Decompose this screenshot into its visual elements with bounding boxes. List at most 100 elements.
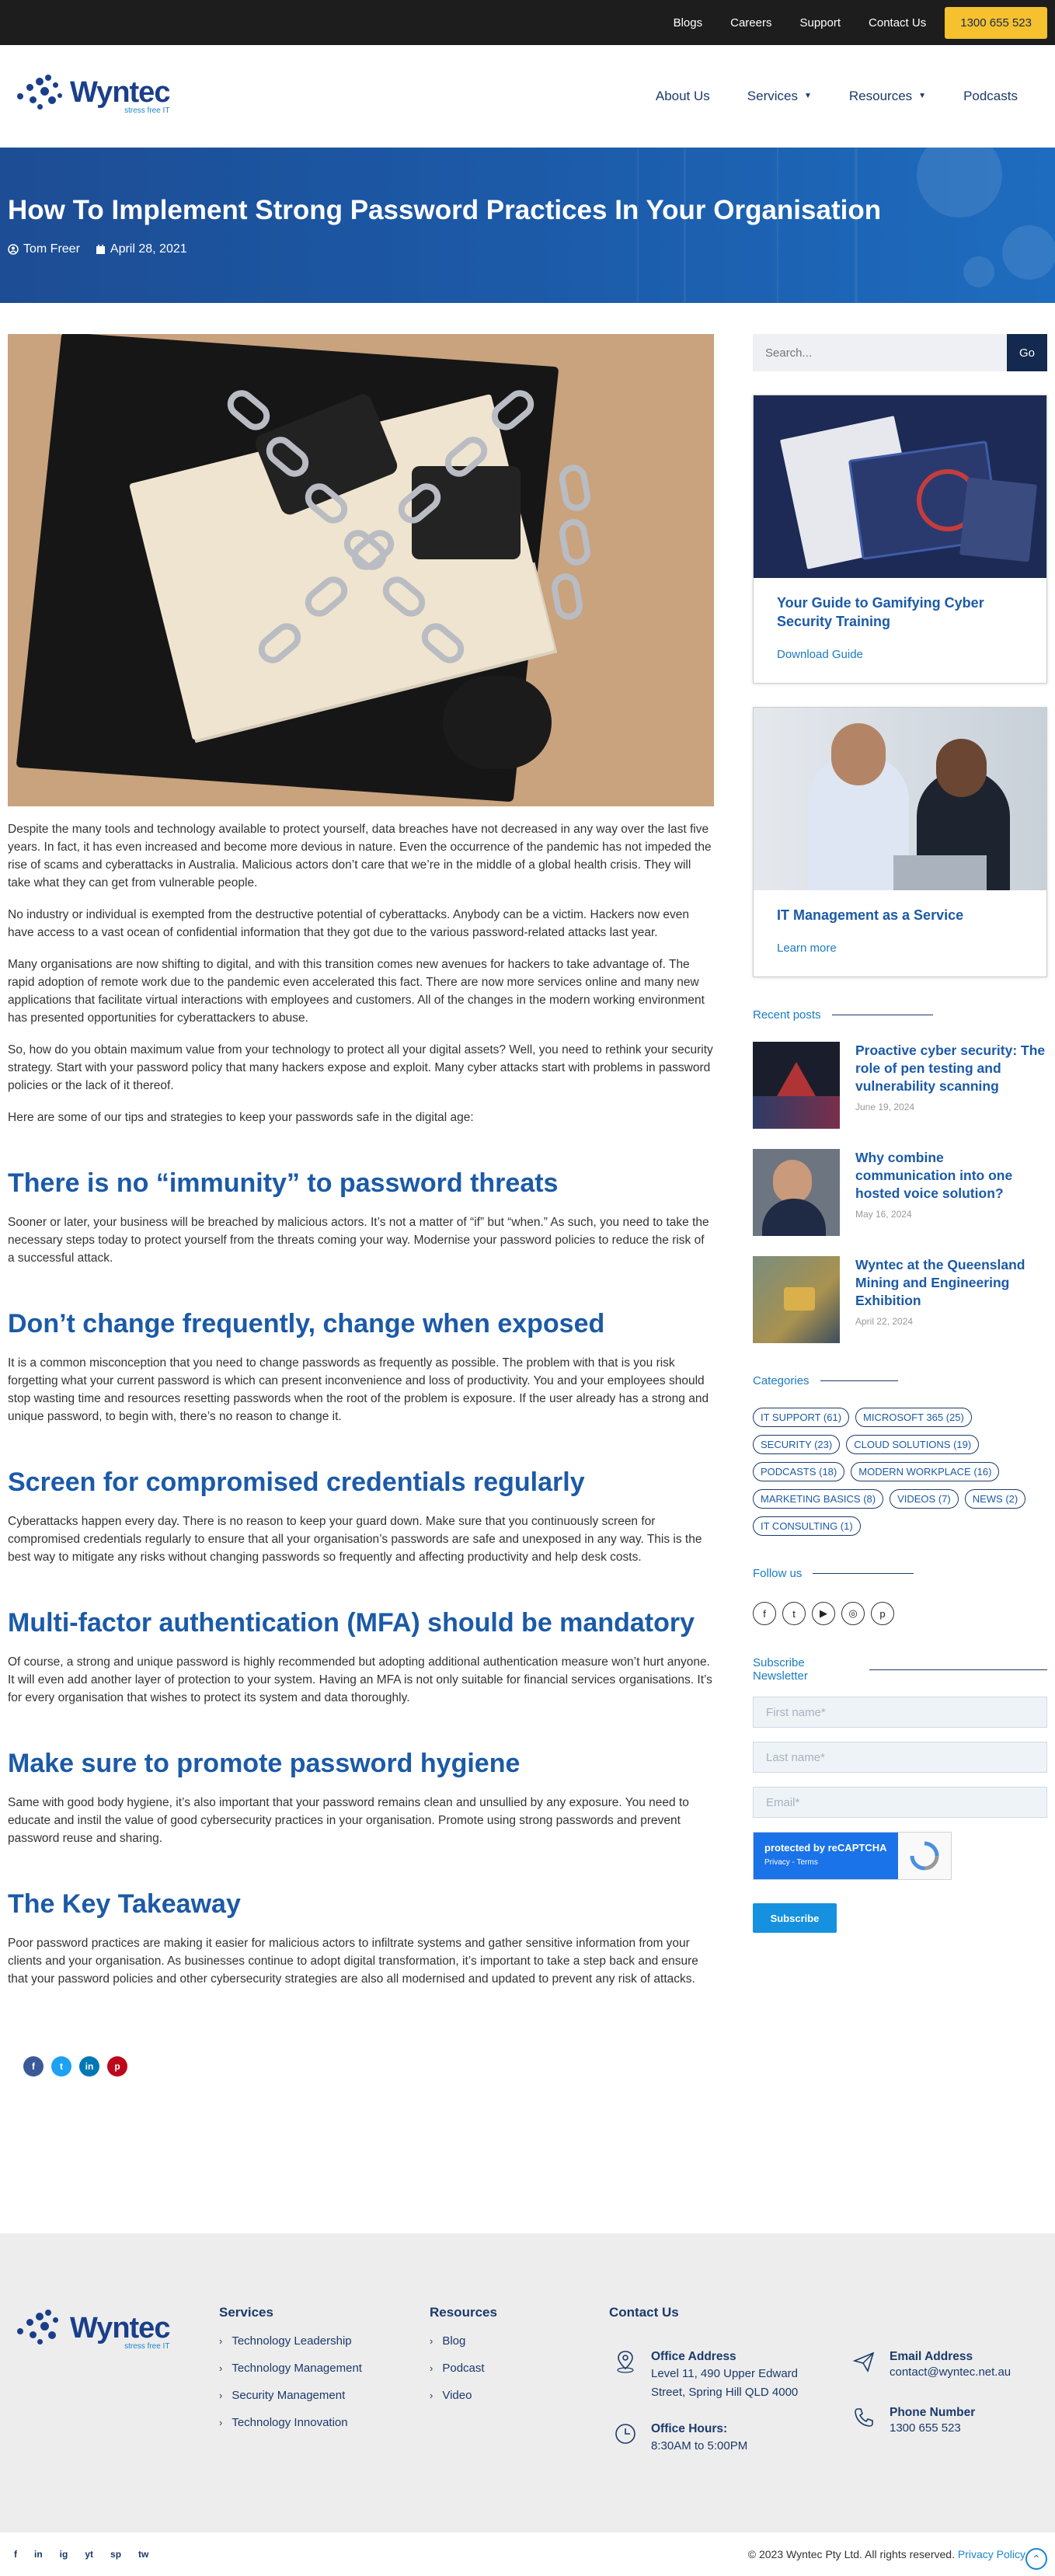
post-date: April 28, 2021 (96, 242, 187, 256)
post-author[interactable]: Tom Freer (8, 242, 80, 256)
category-tag[interactable]: SECURITY (23) (753, 1435, 841, 1454)
newsletter-heading: Subscribe Newsletter (753, 1656, 1047, 1683)
email-link[interactable]: contact@wyntec.net.au (890, 2365, 1011, 2379)
twitter-icon[interactable]: tw (138, 2547, 148, 2561)
facebook-icon[interactable]: f (14, 2547, 17, 2561)
footer-link[interactable]: › Technology Management (219, 2362, 362, 2375)
category-tag[interactable]: NEWS (2) (964, 1489, 1026, 1509)
search-input[interactable] (753, 334, 1007, 371)
twitter-icon[interactable]: t (51, 2056, 71, 2076)
phone-button[interactable]: 1300 655 523 (945, 6, 1047, 39)
caret-down-icon: ▼ (918, 92, 927, 100)
category-tag[interactable]: VIDEOS (7) (890, 1489, 959, 1509)
logo-mark-icon (12, 2308, 68, 2355)
category-tag[interactable]: CLOUD SOLUTIONS (19) (846, 1435, 980, 1454)
footer-heading: Services (219, 2305, 273, 2320)
article-paragraph: Here are some of our tips and strategies… (8, 1111, 474, 1124)
footer-heading: Resources (430, 2305, 497, 2320)
post-thumbnail (753, 1256, 840, 1343)
post-title: How To Implement Strong Password Practic… (8, 195, 882, 225)
linkedin-icon[interactable]: in (34, 2547, 43, 2561)
recent-post-title[interactable]: Proactive cyber security: The role of pe… (855, 1042, 1047, 1095)
footer-link[interactable]: › Security Management (219, 2389, 362, 2402)
youtube-icon[interactable]: ▶ (812, 1602, 835, 1625)
map-pin-icon (614, 2350, 637, 2373)
recent-post-date: May 16, 2024 (855, 1209, 912, 1220)
section-heading: There is no “immunity” to password threa… (8, 1168, 559, 1198)
site-logo[interactable]: Wyntec stress free IT (12, 73, 170, 120)
first-name-field[interactable]: First name* (753, 1697, 1047, 1728)
recaptcha-badge[interactable]: protected by reCAPTCHA Privacy - Terms (753, 1832, 952, 1880)
article-paragraph: Same with good body hygiene, it’s also i… (8, 1796, 689, 1845)
pinterest-icon[interactable]: p (871, 1602, 894, 1625)
search-button[interactable]: Go (1007, 334, 1047, 371)
phone-icon (852, 2406, 876, 2429)
twitter-icon[interactable]: t (782, 1602, 806, 1625)
instagram-icon[interactable]: ig (60, 2547, 68, 2561)
footer-social-icons: f in ig yt sp tw (14, 2547, 148, 2561)
pinterest-icon[interactable]: p (107, 2056, 127, 2076)
category-tag[interactable]: MODERN WORKPLACE (16) (851, 1462, 1000, 1481)
recent-post[interactable]: Proactive cyber security: The role of pe… (753, 1042, 1047, 1129)
recent-post[interactable]: Why combine communication into one hoste… (753, 1149, 1047, 1236)
recaptcha-icon (898, 1833, 951, 1879)
office-people-image (754, 708, 1046, 890)
category-tag[interactable]: IT CONSULTING (1) (753, 1516, 861, 1536)
promo-link[interactable]: Download Guide (754, 648, 1046, 661)
section-heading: Don’t change frequently, change when exp… (8, 1309, 605, 1338)
promo-card-it-management[interactable]: IT Management as a Service Learn more (753, 707, 1047, 977)
topbar-link-blogs[interactable]: Blogs (674, 16, 703, 30)
email-address: Email Address contact@wyntec.net.au (852, 2350, 1011, 2381)
category-tag[interactable]: MARKETING BASICS (8) (753, 1489, 884, 1509)
topbar-link-support[interactable]: Support (799, 16, 841, 30)
article-paragraph: No industry or individual is exempted fr… (8, 908, 690, 939)
top-utility-bar: Blogs Careers Support Contact Us 1300 65… (0, 0, 1055, 45)
recent-posts-heading: Recent posts (753, 1008, 1047, 1022)
facebook-icon[interactable]: f (753, 1602, 776, 1625)
linkedin-icon[interactable]: in (79, 2056, 99, 2076)
last-name-field[interactable]: Last name* (753, 1742, 1047, 1773)
youtube-icon[interactable]: yt (85, 2547, 93, 2561)
nav-item-podcasts[interactable]: Podcasts (963, 89, 1018, 104)
subscribe-button[interactable]: Subscribe (753, 1903, 837, 1933)
section-heading: Make sure to promote password hygiene (8, 1749, 521, 1778)
bottom-bar: f in ig yt sp tw © 2023 Wyntec Pty Ltd. … (0, 2532, 1055, 2576)
category-tag[interactable]: IT SUPPORT (61) (753, 1408, 850, 1427)
nav-item-services[interactable]: Services ▼ (747, 89, 812, 104)
footer-link[interactable]: › Podcast (430, 2362, 497, 2375)
footer-link[interactable]: › Video (430, 2389, 497, 2402)
post-thumbnail (753, 1042, 840, 1129)
section-heading: Screen for compromised credentials regul… (8, 1467, 585, 1497)
instagram-icon[interactable]: ◎ (841, 1602, 865, 1625)
footer-link[interactable]: › Technology Leadership (219, 2334, 362, 2348)
topbar-link-contact[interactable]: Contact Us (869, 16, 926, 30)
phone-link[interactable]: 1300 655 523 (890, 2421, 961, 2435)
recent-post-title[interactable]: Wyntec at the Queensland Mining and Engi… (855, 1256, 1047, 1310)
facebook-icon[interactable]: f (23, 2056, 44, 2076)
featured-image (8, 334, 714, 806)
email-field[interactable]: Email* (753, 1787, 1047, 1818)
footer-link[interactable]: › Blog (430, 2334, 497, 2348)
article-paragraph: Cyberattacks happen every day. There is … (8, 1515, 702, 1564)
scroll-to-top-icon[interactable]: ⌃ (1025, 2548, 1047, 2570)
topbar-link-careers[interactable]: Careers (730, 16, 771, 30)
guide-cover-image (754, 395, 1046, 578)
copyright: © 2023 Wyntec Pty Ltd. All rights reserv… (747, 2548, 1025, 2560)
logo-mark-icon (12, 73, 68, 120)
footer-logo[interactable]: Wyntec stress free IT (12, 2308, 170, 2355)
promo-link[interactable]: Learn more (754, 942, 1046, 955)
category-tag[interactable]: MICROSOFT 365 (25) (855, 1408, 972, 1427)
footer-resources: Resources › Blog › Podcast › Video (430, 2305, 497, 2402)
recent-post[interactable]: Wyntec at the Queensland Mining and Engi… (753, 1256, 1047, 1343)
footer-link[interactable]: › Technology Innovation (219, 2416, 362, 2429)
nav-item-about[interactable]: About Us (656, 89, 710, 104)
recent-post-title[interactable]: Why combine communication into one hoste… (855, 1149, 1047, 1203)
spotify-icon[interactable]: sp (110, 2547, 121, 2561)
chevron-right-icon: › (430, 2362, 433, 2374)
category-tag[interactable]: PODCASTS (18) (753, 1462, 845, 1481)
nav-item-resources[interactable]: Resources ▼ (849, 89, 926, 104)
promo-card-guide[interactable]: Your Guide to Gamifying Cyber Security T… (753, 395, 1047, 684)
privacy-policy-link[interactable]: Privacy Policy (958, 2548, 1025, 2560)
article-paragraph: Many organisations are now shifting to d… (8, 958, 705, 1025)
recent-post-date: April 22, 2024 (855, 1316, 914, 1327)
